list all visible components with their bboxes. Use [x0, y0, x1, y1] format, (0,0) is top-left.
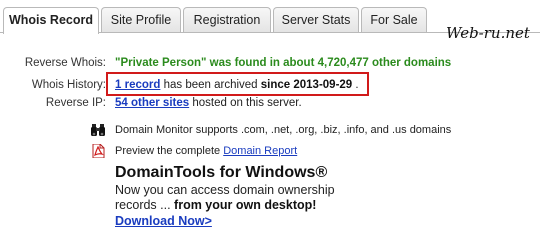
tab-registration[interactable]: Registration	[183, 7, 271, 32]
watermark-text: Web-ru.net	[446, 24, 530, 42]
pdf-icon	[92, 144, 105, 158]
reverse-ip-value: 54 other sites hosted on this server.	[115, 97, 302, 109]
promo-line-1: Now you can access domain ownership	[115, 183, 335, 197]
reverse-whois-value: "Private Person" was found in about 4,72…	[115, 57, 452, 69]
whois-panel: Whois Record Site Profile Registration S…	[0, 0, 540, 244]
binoculars-icon	[91, 124, 105, 136]
reverse-ip-label: Reverse IP:	[45, 97, 106, 109]
reverse-whois-label: Reverse Whois:	[24, 57, 106, 69]
reverse-ip-link[interactable]: 54 other sites	[115, 97, 189, 109]
tab-whois-record[interactable]: Whois Record	[3, 7, 99, 34]
tab-for-sale[interactable]: For Sale	[361, 7, 427, 32]
promo-line-2-prefix: records ...	[115, 198, 175, 212]
reverse-ip-rest: hosted on this server.	[189, 97, 302, 109]
domain-monitor-text: Domain Monitor supports .com, .net, .org…	[115, 124, 452, 136]
highlight-box	[106, 72, 369, 96]
promo-line-2: records ... from your own desktop!	[115, 198, 316, 212]
download-now-link[interactable]: Download Now>	[115, 214, 212, 228]
whois-history-label: Whois History:	[31, 79, 106, 91]
promo-line-2-bold: from your own desktop!	[174, 198, 317, 212]
domain-report-text: Preview the complete Domain Report	[115, 145, 297, 157]
tab-server-stats[interactable]: Server Stats	[273, 7, 359, 32]
tab-site-profile[interactable]: Site Profile	[101, 7, 181, 32]
promo-title: DomainTools for Windows®	[115, 164, 328, 181]
domain-report-link[interactable]: Domain Report	[223, 145, 297, 157]
domain-report-prefix: Preview the complete	[115, 145, 224, 157]
